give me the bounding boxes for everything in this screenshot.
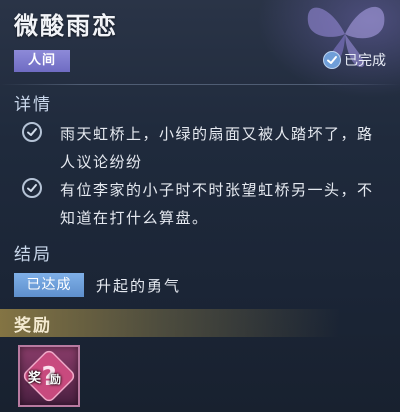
reward-item-label: 奖 bbox=[28, 371, 42, 386]
check-circle-icon bbox=[323, 51, 341, 69]
detail-item-text: 雨天虹桥上，小绿的扇面又被人踏坏了，路人议论纷纷 bbox=[60, 125, 374, 171]
divider bbox=[0, 84, 400, 85]
check-circle-icon bbox=[22, 122, 42, 142]
completion-status: 已完成 bbox=[323, 50, 386, 70]
detail-item: 雨天虹桥上，小绿的扇面又被人踏坏了，路人议论纷纷 bbox=[22, 120, 392, 176]
reward-item[interactable]: ? 奖 励 bbox=[18, 345, 80, 407]
detail-item: 有位李家的小子时不时张望虹桥另一头，不知道在打什么算盘。 bbox=[22, 176, 392, 232]
ending-name: 升起的勇气 bbox=[96, 276, 182, 295]
ending-section-title: 结局 bbox=[14, 245, 52, 265]
quest-title: 微酸雨恋 bbox=[14, 12, 118, 40]
detail-item-text: 有位李家的小子时不时张望虹桥另一头，不知道在打什么算盘。 bbox=[60, 181, 374, 227]
ending-row: 已达成 升起的勇气 bbox=[14, 273, 181, 297]
ending-status-tag: 已达成 bbox=[14, 273, 84, 297]
reward-item-label: 励 bbox=[50, 373, 61, 386]
details-section-title: 详情 bbox=[14, 95, 52, 115]
check-circle-icon bbox=[22, 178, 42, 198]
world-tag: 人间 bbox=[14, 50, 70, 72]
completion-status-label: 已完成 bbox=[344, 53, 386, 69]
quest-panel: 微酸雨恋 人间 已完成 详情 雨天虹桥上，小绿的扇面又被人踏坏了，路人议论纷纷 … bbox=[0, 0, 400, 412]
reward-section-title: 奖励 bbox=[14, 316, 52, 336]
reward-header-bar bbox=[0, 309, 400, 337]
